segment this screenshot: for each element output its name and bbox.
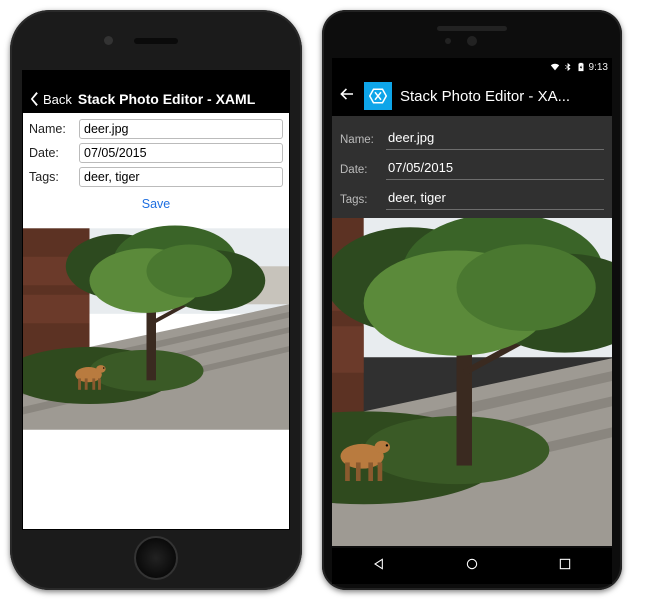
back-label: Back	[43, 92, 72, 107]
ios-form: Name: Date: Tags: Save	[23, 113, 289, 223]
iphone-device-frame: Back Stack Photo Editor - XAML Name: Dat…	[10, 10, 302, 590]
date-row: Date:	[340, 152, 604, 182]
iphone-screen: Back Stack Photo Editor - XAML Name: Dat…	[22, 70, 290, 530]
xamarin-icon	[369, 87, 387, 105]
ios-statusbar	[23, 71, 289, 87]
photo-illustration	[332, 218, 612, 546]
tags-label: Tags:	[29, 170, 79, 184]
name-input[interactable]	[79, 119, 283, 139]
android-navbar	[332, 548, 612, 584]
date-label: Date:	[29, 146, 79, 160]
triangle-back-icon	[371, 556, 387, 572]
tags-input[interactable]	[386, 186, 604, 210]
photo-image	[23, 223, 289, 435]
page-title: Stack Photo Editor - XAML	[78, 91, 255, 107]
android-speaker	[437, 26, 507, 31]
photo-illustration	[23, 223, 289, 435]
date-input[interactable]	[79, 143, 283, 163]
name-input[interactable]	[386, 126, 604, 150]
battery-icon	[576, 62, 586, 72]
photo-image	[332, 218, 612, 546]
tags-label: Tags:	[340, 194, 386, 210]
square-recent-icon	[557, 556, 573, 572]
iphone-speaker	[134, 38, 178, 44]
back-button[interactable]	[338, 85, 356, 107]
name-row: Name:	[340, 122, 604, 152]
android-device-frame: 9:13 Stack Photo Editor - XA... Name:	[322, 10, 622, 590]
android-screen: 9:13 Stack Photo Editor - XA... Name:	[332, 58, 612, 546]
iphone-camera	[104, 36, 113, 45]
name-label: Name:	[340, 134, 386, 150]
android-form: Name: Date: Tags:	[332, 116, 612, 218]
back-button[interactable]: Back	[29, 92, 72, 107]
ios-navbar: Back Stack Photo Editor - XAML	[23, 87, 289, 113]
circle-home-icon	[464, 556, 480, 572]
name-label: Name:	[29, 122, 79, 136]
nav-recent-button[interactable]	[557, 556, 573, 577]
tags-row: Tags:	[29, 165, 283, 189]
save-button[interactable]: Save	[29, 189, 283, 219]
statusbar-time: 9:13	[589, 62, 608, 73]
bluetooth-icon	[563, 62, 573, 72]
chevron-left-icon	[29, 92, 41, 106]
android-appbar: Stack Photo Editor - XA...	[332, 76, 612, 116]
wifi-icon	[550, 62, 560, 72]
android-camera	[467, 36, 477, 46]
date-input[interactable]	[386, 156, 604, 180]
home-button[interactable]	[134, 536, 178, 580]
tags-row: Tags:	[340, 182, 604, 212]
app-logo	[364, 82, 392, 110]
name-row: Name:	[29, 117, 283, 141]
date-label: Date:	[340, 164, 386, 180]
android-statusbar: 9:13	[332, 58, 612, 76]
nav-back-button[interactable]	[371, 556, 387, 577]
page-title: Stack Photo Editor - XA...	[400, 88, 606, 105]
arrow-left-icon	[338, 85, 356, 103]
nav-home-button[interactable]	[464, 556, 480, 577]
date-row: Date:	[29, 141, 283, 165]
tags-input[interactable]	[79, 167, 283, 187]
